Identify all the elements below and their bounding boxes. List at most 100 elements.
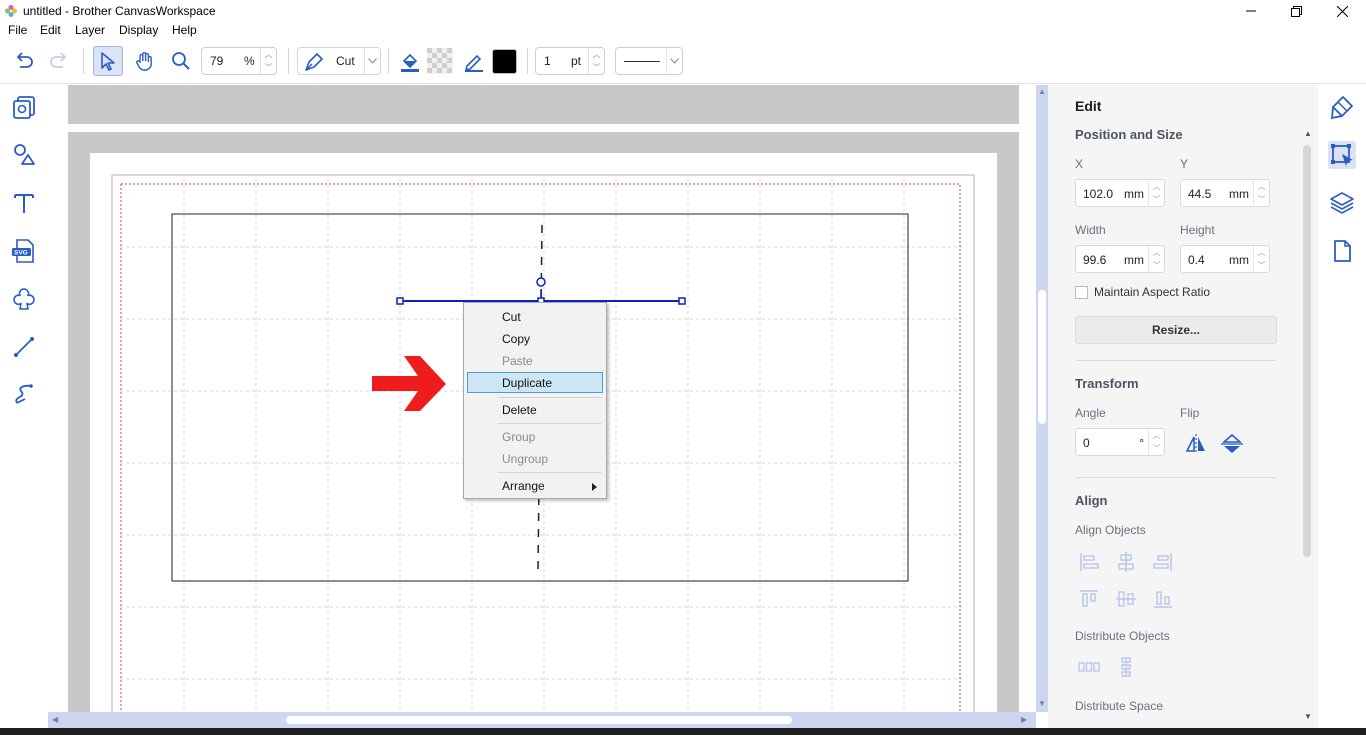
zoom-stepper[interactable]: 79 % ︿ ﹀: [201, 47, 277, 75]
align-bottom-button[interactable]: [1152, 588, 1176, 610]
brush-icon: [1330, 96, 1353, 120]
y-label: Y: [1180, 157, 1189, 171]
align-top-button[interactable]: [1078, 588, 1102, 610]
fill-color-button[interactable]: [395, 46, 425, 76]
line-tool-button[interactable]: [10, 333, 38, 361]
scroll-up-arrow-icon[interactable]: ▲: [1038, 87, 1046, 96]
svg-file-icon: SVG: [12, 239, 34, 263]
scroll-right-arrow-icon[interactable]: ▶: [1021, 715, 1027, 724]
flip-vertical-button[interactable]: [1220, 433, 1244, 455]
title-bar: untitled - Brother CanvasWorkspace: [0, 0, 1366, 22]
menu-item-cut[interactable]: Cut: [502, 310, 521, 324]
vertical-scroll-thumb[interactable]: [1038, 290, 1046, 424]
distribute-vertical-button[interactable]: [1115, 656, 1139, 678]
select-tool-button[interactable]: [93, 46, 123, 76]
menu-help[interactable]: Help: [172, 23, 197, 37]
align-heading: Align: [1075, 493, 1108, 508]
line-color-swatch[interactable]: [492, 49, 517, 74]
x-stepper[interactable]: 102.0 mm ︿ ﹀: [1075, 179, 1165, 207]
restore-button[interactable]: [1273, 0, 1319, 22]
hand-tool-button[interactable]: [130, 46, 160, 76]
line-width-value: 1: [544, 54, 551, 68]
menu-display[interactable]: Display: [119, 23, 158, 37]
maintain-aspect-checkbox[interactable]: [1075, 286, 1088, 299]
panel-scroll-down-icon[interactable]: ▼: [1304, 712, 1312, 721]
redo-button[interactable]: [44, 46, 74, 76]
freehand-tool-button[interactable]: [10, 381, 38, 409]
menu-item-arrange[interactable]: Arrange: [502, 479, 545, 493]
pointer-icon: [101, 52, 115, 71]
text-icon: [14, 194, 34, 213]
width-arrows[interactable]: ︿ ﹀: [1148, 246, 1164, 272]
line-width-arrows[interactable]: ︿ ﹀: [588, 48, 604, 74]
import-svg-button[interactable]: SVG: [10, 237, 38, 265]
width-stepper[interactable]: 99.6 mm ︿ ﹀: [1075, 245, 1165, 273]
section-divider: [1075, 360, 1277, 361]
tab-edit[interactable]: [1328, 141, 1356, 169]
panel-scroll-up-icon[interactable]: ▲: [1304, 129, 1312, 138]
line-width-stepper[interactable]: 1 pt ︿ ﹀: [535, 47, 605, 75]
y-stepper[interactable]: 44.5 mm ︿ ﹀: [1180, 179, 1270, 207]
align-bottom-icon: [1154, 591, 1172, 608]
x-arrows[interactable]: ︿ ﹀: [1148, 180, 1164, 206]
checkerboard-icon: [427, 48, 453, 74]
menu-file[interactable]: File: [8, 23, 27, 37]
menu-item-delete[interactable]: Delete: [502, 403, 537, 417]
hand-icon: [136, 51, 152, 71]
menu-item-duplicate[interactable]: Duplicate: [502, 376, 552, 390]
tab-page[interactable]: [1328, 237, 1356, 265]
shapes-button[interactable]: [10, 141, 38, 169]
app-logo-icon: [5, 5, 17, 17]
angle-arrows[interactable]: ︿ ﹀: [1148, 429, 1164, 455]
height-stepper[interactable]: 0.4 mm ︿ ﹀: [1180, 245, 1270, 273]
scroll-down-arrow-icon[interactable]: ▼: [1038, 699, 1046, 708]
zoom-arrows[interactable]: ︿ ﹀: [260, 48, 276, 74]
context-menu: Cut Copy Paste Duplicate Delete Group Un…: [463, 302, 607, 499]
line-style-preview: [624, 61, 660, 62]
restore-icon: [1290, 5, 1302, 17]
menu-item-copy[interactable]: Copy: [502, 332, 530, 346]
flip-horizontal-button[interactable]: [1184, 433, 1208, 455]
toolbar-divider: [288, 48, 289, 74]
menu-item-ungroup: Ungroup: [502, 452, 549, 466]
menu-layer[interactable]: Layer: [75, 23, 105, 37]
distribute-horizontal-button[interactable]: [1078, 656, 1102, 678]
height-arrows[interactable]: ︿ ﹀: [1253, 246, 1269, 272]
line-tool-icon: [14, 337, 34, 357]
angle-unit: °: [1139, 436, 1144, 450]
align-right-button[interactable]: [1152, 551, 1176, 573]
angle-stepper[interactable]: 0 ° ︿ ﹀: [1075, 428, 1165, 456]
magnifier-icon: [172, 52, 190, 70]
scroll-left-arrow-icon[interactable]: ◀: [52, 715, 58, 724]
line-style-dropdown[interactable]: [615, 47, 683, 75]
zoom-tool-button[interactable]: [166, 46, 196, 76]
undo-button[interactable]: [9, 46, 39, 76]
text-button[interactable]: [10, 189, 38, 217]
horizontal-scroll-thumb[interactable]: [286, 716, 792, 724]
align-left-button[interactable]: [1078, 551, 1102, 573]
close-button[interactable]: [1319, 0, 1365, 22]
y-arrows[interactable]: ︿ ﹀: [1253, 180, 1269, 206]
patterns-button[interactable]: [10, 285, 38, 313]
tab-layers[interactable]: [1328, 189, 1356, 217]
line-color-button[interactable]: [459, 46, 489, 76]
align-center-v-button[interactable]: [1115, 588, 1139, 610]
tab-object-style[interactable]: [1328, 93, 1356, 121]
chevron-down-icon: [670, 58, 679, 64]
panel-scrollbar[interactable]: [1303, 145, 1311, 557]
page-icon: [1334, 240, 1351, 262]
angle-label: Angle: [1075, 406, 1106, 420]
vertical-scrollbar[interactable]: ▲ ▼: [1036, 85, 1048, 712]
close-icon: [1336, 5, 1348, 17]
transform-heading: Transform: [1075, 376, 1139, 391]
transparent-fill-swatch[interactable]: [425, 46, 455, 76]
horizontal-scrollbar[interactable]: ◀ ▶: [48, 712, 1036, 728]
project-button[interactable]: [10, 93, 38, 121]
mode-dropdown[interactable]: Cut: [297, 47, 381, 75]
flip-label: Flip: [1180, 406, 1200, 420]
minimize-icon: [1246, 10, 1256, 12]
menu-edit[interactable]: Edit: [40, 23, 61, 37]
minimize-button[interactable]: [1228, 0, 1274, 22]
align-center-h-button[interactable]: [1115, 551, 1139, 573]
resize-button[interactable]: Resize...: [1075, 316, 1277, 344]
